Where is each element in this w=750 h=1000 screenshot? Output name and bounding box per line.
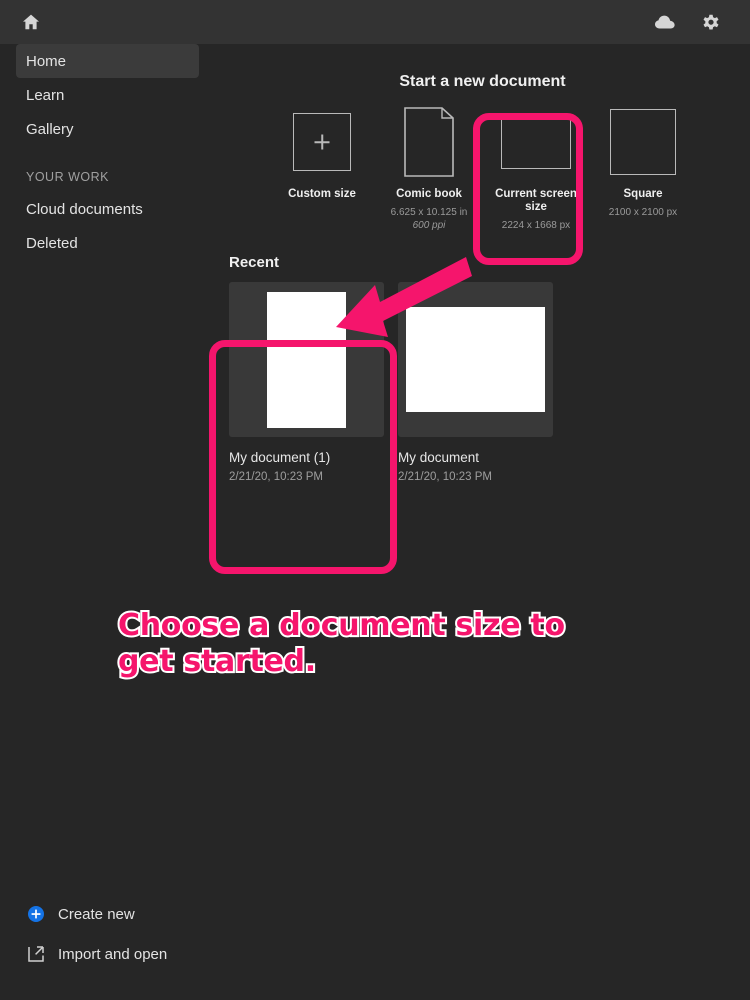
preset-label: Comic book — [396, 188, 462, 200]
comic-book-icon — [404, 106, 454, 178]
preset-label: Custom size — [288, 188, 356, 200]
preset-custom-size[interactable]: Custom size — [269, 106, 376, 232]
page-preview-landscape — [406, 307, 545, 412]
sidebar-item-home[interactable]: Home — [16, 44, 199, 78]
sidebar-item-cloud-documents[interactable]: Cloud documents — [16, 192, 199, 226]
sidebar-item-deleted[interactable]: Deleted — [16, 226, 199, 260]
preset-current-screen-size[interactable]: Current screen size 2224 x 1668 px — [483, 106, 590, 232]
preset-spec-size: 6.625 x 10.125 in — [390, 207, 468, 218]
preset-square[interactable]: Square 2100 x 2100 px — [590, 106, 697, 232]
sidebar-item-label: Home — [26, 52, 67, 70]
document-thumbnail[interactable] — [398, 282, 553, 437]
custom-size-icon — [293, 106, 351, 178]
recent-documents-grid: My document (1) 2/21/20, 10:23 PM My doc… — [229, 282, 553, 483]
screen-size-icon — [501, 106, 571, 178]
sidebar-item-label: Cloud documents — [26, 200, 143, 218]
home-icon[interactable] — [16, 7, 46, 37]
sidebar-divider — [0, 146, 215, 162]
document-date: 2/21/20, 10:23 PM — [229, 471, 323, 483]
recent-heading: Recent — [229, 254, 280, 271]
sidebar-section-your-work: YOUR WORK — [26, 170, 109, 184]
sidebar-item-label: Gallery — [26, 120, 74, 138]
document-name: My document — [398, 450, 480, 465]
plus-circle-icon — [26, 904, 46, 924]
sidebar-item-gallery[interactable]: Gallery — [16, 112, 199, 146]
preset-label: Current screen size — [495, 188, 577, 213]
document-name: My document (1) — [229, 450, 331, 465]
gear-icon[interactable] — [696, 7, 726, 37]
recent-document-card[interactable]: My document (1) 2/21/20, 10:23 PM — [229, 282, 384, 483]
sidebar-item-label: Deleted — [26, 234, 78, 252]
import-and-open-label: Import and open — [58, 945, 168, 963]
preset-spec-size: 2100 x 2100 px — [608, 207, 678, 218]
app-root: Home Learn Gallery YOUR WORK Cloud docum… — [0, 0, 750, 1000]
document-date: 2/21/20, 10:23 PM — [398, 471, 492, 483]
sidebar-item-label: Learn — [26, 86, 65, 104]
create-new-label: Create new — [58, 905, 135, 923]
preset-spec-size: 2224 x 1668 px — [501, 220, 571, 231]
preset-spec: 6.625 x 10.125 in 600 ppi — [391, 206, 468, 232]
start-new-document-heading: Start a new document — [399, 73, 566, 90]
square-icon — [610, 106, 676, 178]
preset-comic-book[interactable]: Comic book 6.625 x 10.125 in 600 ppi — [376, 106, 483, 232]
preset-spec-ppi: 600 ppi — [412, 220, 446, 231]
preset-label: Square — [623, 188, 663, 200]
top-bar — [0, 0, 750, 44]
document-thumbnail[interactable] — [229, 282, 384, 437]
preset-spec: 2100 x 2100 px — [609, 206, 677, 219]
recent-document-card[interactable]: My document 2/21/20, 10:23 PM — [398, 282, 553, 483]
cloud-icon[interactable] — [650, 7, 680, 37]
page-preview-portrait — [267, 291, 346, 428]
document-presets: Custom size Comic book 6.625 x 10.125 in… — [215, 106, 750, 232]
sidebar-item-learn[interactable]: Learn — [16, 78, 199, 112]
top-bar-actions — [650, 7, 726, 37]
preset-spec: 2224 x 1668 px — [502, 219, 570, 232]
sidebar: Home Learn Gallery YOUR WORK Cloud docum… — [0, 44, 215, 1000]
main-content: Start a new document Custom size Comic b… — [215, 44, 750, 1000]
import-icon — [26, 944, 46, 964]
